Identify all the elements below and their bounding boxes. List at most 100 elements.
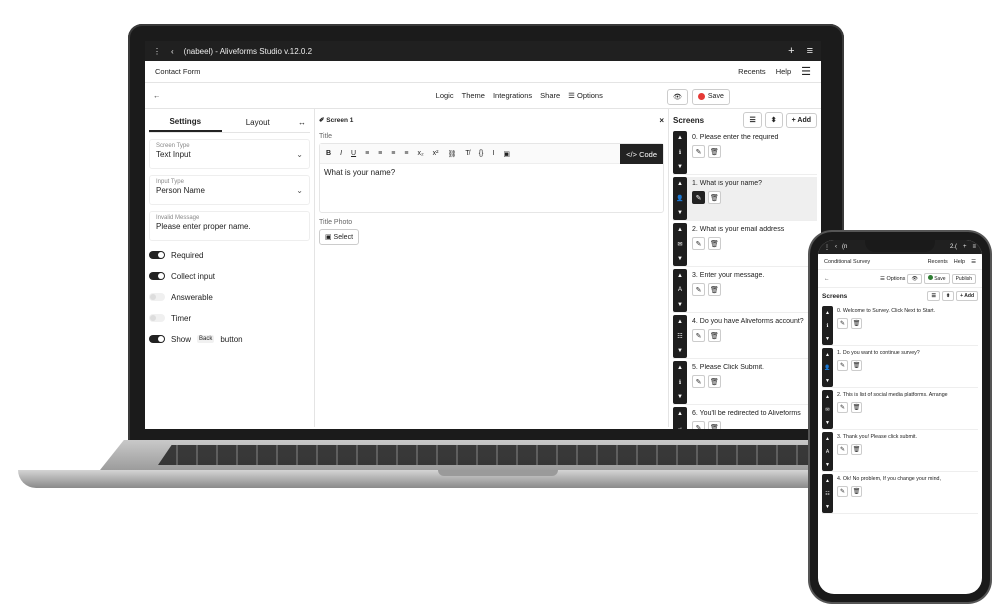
drag-handle-icon[interactable]: ▲→▼: [673, 407, 687, 429]
align-center-icon[interactable]: ≡: [378, 150, 382, 157]
screen-tab[interactable]: ✐ Screen 1: [319, 116, 353, 124]
close-icon[interactable]: ×: [659, 116, 664, 125]
screen-list-item[interactable]: ▲ 👤 ▼ 1. Do you want to continue survey? ✎ 🗑: [822, 348, 978, 388]
add-screen-button[interactable]: + Add: [785, 112, 817, 128]
delete-trash-icon[interactable]: 🗑: [851, 402, 862, 413]
delete-trash-icon[interactable]: 🗑: [708, 329, 721, 342]
edit-pencil-icon[interactable]: ✎: [837, 486, 848, 497]
toggle-switch[interactable]: [149, 251, 165, 259]
new-tab-icon[interactable]: +: [788, 45, 794, 57]
screen-list-item[interactable]: ▲ ℹ ▼ 5. Please Click Submit. ✎ 🗑: [673, 361, 817, 405]
reorder-button[interactable]: ⬍: [764, 112, 783, 128]
bold-icon[interactable]: B: [326, 150, 331, 157]
edit-pencil-icon[interactable]: ✎: [837, 318, 848, 329]
back-chevron-icon[interactable]: ‹: [171, 47, 174, 56]
theme-link[interactable]: Theme: [462, 91, 485, 100]
screen-list-item[interactable]: ▲ ✉ ▼ 2. This is list of social media platf…: [822, 390, 978, 430]
toggle-switch[interactable]: [149, 314, 165, 322]
delete-trash-icon[interactable]: 🗑: [708, 421, 721, 429]
logic-link[interactable]: Logic: [436, 91, 454, 100]
tab-settings[interactable]: Settings: [149, 113, 222, 132]
toggle-switch[interactable]: [149, 335, 165, 343]
save-button[interactable]: Save: [923, 273, 950, 284]
edit-pencil-icon[interactable]: ✎: [692, 145, 705, 158]
screen-list-item[interactable]: ▲ ✉ ▼ 2. What is your email address ✎ 🗑: [673, 223, 817, 267]
help-link[interactable]: Help: [954, 259, 965, 265]
edit-pencil-icon[interactable]: ✎: [692, 375, 705, 388]
screen-list-item[interactable]: ▲ A ▼ 3. Thank you! Please click submit. ✎ 🗑: [822, 432, 978, 472]
preview-button[interactable]: 👁: [667, 88, 688, 105]
new-tab-icon[interactable]: +: [963, 244, 967, 250]
toggle-switch[interactable]: [149, 293, 165, 301]
reorder-button[interactable]: ⬍: [941, 291, 955, 301]
back-arrow-icon[interactable]: ←: [153, 91, 161, 100]
hamburger-menu-icon[interactable]: ☰: [971, 259, 976, 265]
kebab-menu-icon[interactable]: ⋮: [153, 47, 161, 56]
save-button[interactable]: Save: [691, 88, 730, 105]
edit-pencil-icon[interactable]: ✎: [837, 402, 848, 413]
drag-handle-icon[interactable]: ▲ 👤 ▼: [822, 348, 833, 387]
share-link[interactable]: Share: [540, 91, 560, 100]
screen-list-item[interactable]: ▲ A ▼ 3. Enter your message. ✎ 🗑: [673, 269, 817, 313]
superscript-icon[interactable]: x²: [433, 150, 439, 157]
edit-pencil-icon[interactable]: ✎: [692, 421, 705, 429]
preview-button[interactable]: 👁: [907, 273, 922, 284]
answerable-toggle[interactable]: Answerable: [149, 287, 310, 307]
options-link[interactable]: ☰ Options: [568, 91, 603, 100]
sort-button[interactable]: ☰: [743, 112, 762, 128]
edit-pencil-icon[interactable]: ✎: [837, 360, 848, 371]
expand-icon[interactable]: ↔: [294, 118, 310, 127]
recents-link[interactable]: Recents: [928, 259, 948, 265]
screen-list-item[interactable]: ▲ ℹ ▼ 0. Welcome to Survey. Click Next to S…: [822, 306, 978, 346]
drag-handle-icon[interactable]: ▲ ℹ ▼: [673, 131, 687, 174]
back-chevron-icon[interactable]: ‹: [835, 244, 837, 250]
show-back-button-toggle[interactable]: Show Back button: [149, 329, 310, 349]
delete-trash-icon[interactable]: 🗑: [851, 360, 862, 371]
italic-icon[interactable]: I: [340, 150, 342, 157]
screen-list-item[interactable]: ▲ 👤 ▼ 1. What is your name? ✎ 🗑: [673, 177, 817, 221]
collect-input-toggle[interactable]: Collect input: [149, 266, 310, 286]
delete-trash-icon[interactable]: 🗑: [851, 318, 862, 329]
subscript-icon[interactable]: x₂: [417, 150, 423, 157]
window-menu-icon[interactable]: ≡: [807, 45, 813, 57]
screen-list-item[interactable]: ▲ ℹ ▼ 0. Please enter the required ✎ 🗑: [673, 131, 817, 175]
edit-pencil-icon[interactable]: ✎: [692, 329, 705, 342]
delete-trash-icon[interactable]: 🗑: [708, 375, 721, 388]
hamburger-menu-icon[interactable]: ☰: [801, 65, 811, 78]
align-justify-icon[interactable]: ≡: [404, 150, 408, 157]
delete-trash-icon[interactable]: 🗑: [708, 145, 721, 158]
window-menu-icon[interactable]: ≡: [972, 244, 976, 250]
variable-icon[interactable]: {}: [479, 150, 484, 157]
edit-pencil-icon[interactable]: ✎: [692, 237, 705, 250]
input-type-select[interactable]: Input Type Person Name ⌄: [149, 175, 310, 205]
delete-trash-icon[interactable]: 🗑: [708, 237, 721, 250]
delete-trash-icon[interactable]: 🗑: [851, 486, 862, 497]
sort-button[interactable]: ☰: [927, 291, 940, 301]
drag-handle-icon[interactable]: ▲ ℹ ▼: [822, 306, 833, 345]
delete-trash-icon[interactable]: 🗑: [708, 191, 721, 204]
drag-handle-icon[interactable]: ▲ ☷ ▼: [673, 315, 687, 358]
edit-pencil-icon[interactable]: ✎: [692, 283, 705, 296]
cursor-icon[interactable]: I: [492, 150, 494, 157]
invalid-message-input[interactable]: Invalid Message Please enter proper name…: [149, 211, 310, 241]
back-arrow-icon[interactable]: ←: [824, 276, 830, 282]
select-photo-button[interactable]: ▣ Select: [319, 229, 360, 245]
timer-toggle[interactable]: Timer: [149, 308, 310, 328]
title-editor-input[interactable]: What is your name?: [320, 164, 663, 212]
screen-type-select[interactable]: Screen Type Text Input ⌄: [149, 139, 310, 169]
drag-handle-icon[interactable]: ▲ 👤 ▼: [673, 177, 687, 220]
delete-trash-icon[interactable]: 🗑: [708, 283, 721, 296]
integrations-link[interactable]: Integrations: [493, 91, 532, 100]
screen-list-item[interactable]: ▲ ☷ ▼ 4. Ok! No problem, If you change your…: [822, 474, 978, 514]
code-button[interactable]: </> Code: [620, 144, 663, 164]
image-icon[interactable]: ▣: [503, 150, 510, 158]
drag-handle-icon[interactable]: ▲ A ▼: [673, 269, 687, 312]
drag-handle-icon[interactable]: ▲ ℹ ▼: [673, 361, 687, 404]
align-right-icon[interactable]: ≡: [391, 150, 395, 157]
help-link[interactable]: Help: [776, 67, 791, 76]
recents-link[interactable]: Recents: [738, 67, 766, 76]
publish-button[interactable]: Publish: [951, 273, 976, 284]
edit-pencil-icon[interactable]: ✎: [692, 191, 705, 204]
delete-trash-icon[interactable]: 🗑: [851, 444, 862, 455]
drag-handle-icon[interactable]: ▲ ✉ ▼: [822, 390, 833, 429]
